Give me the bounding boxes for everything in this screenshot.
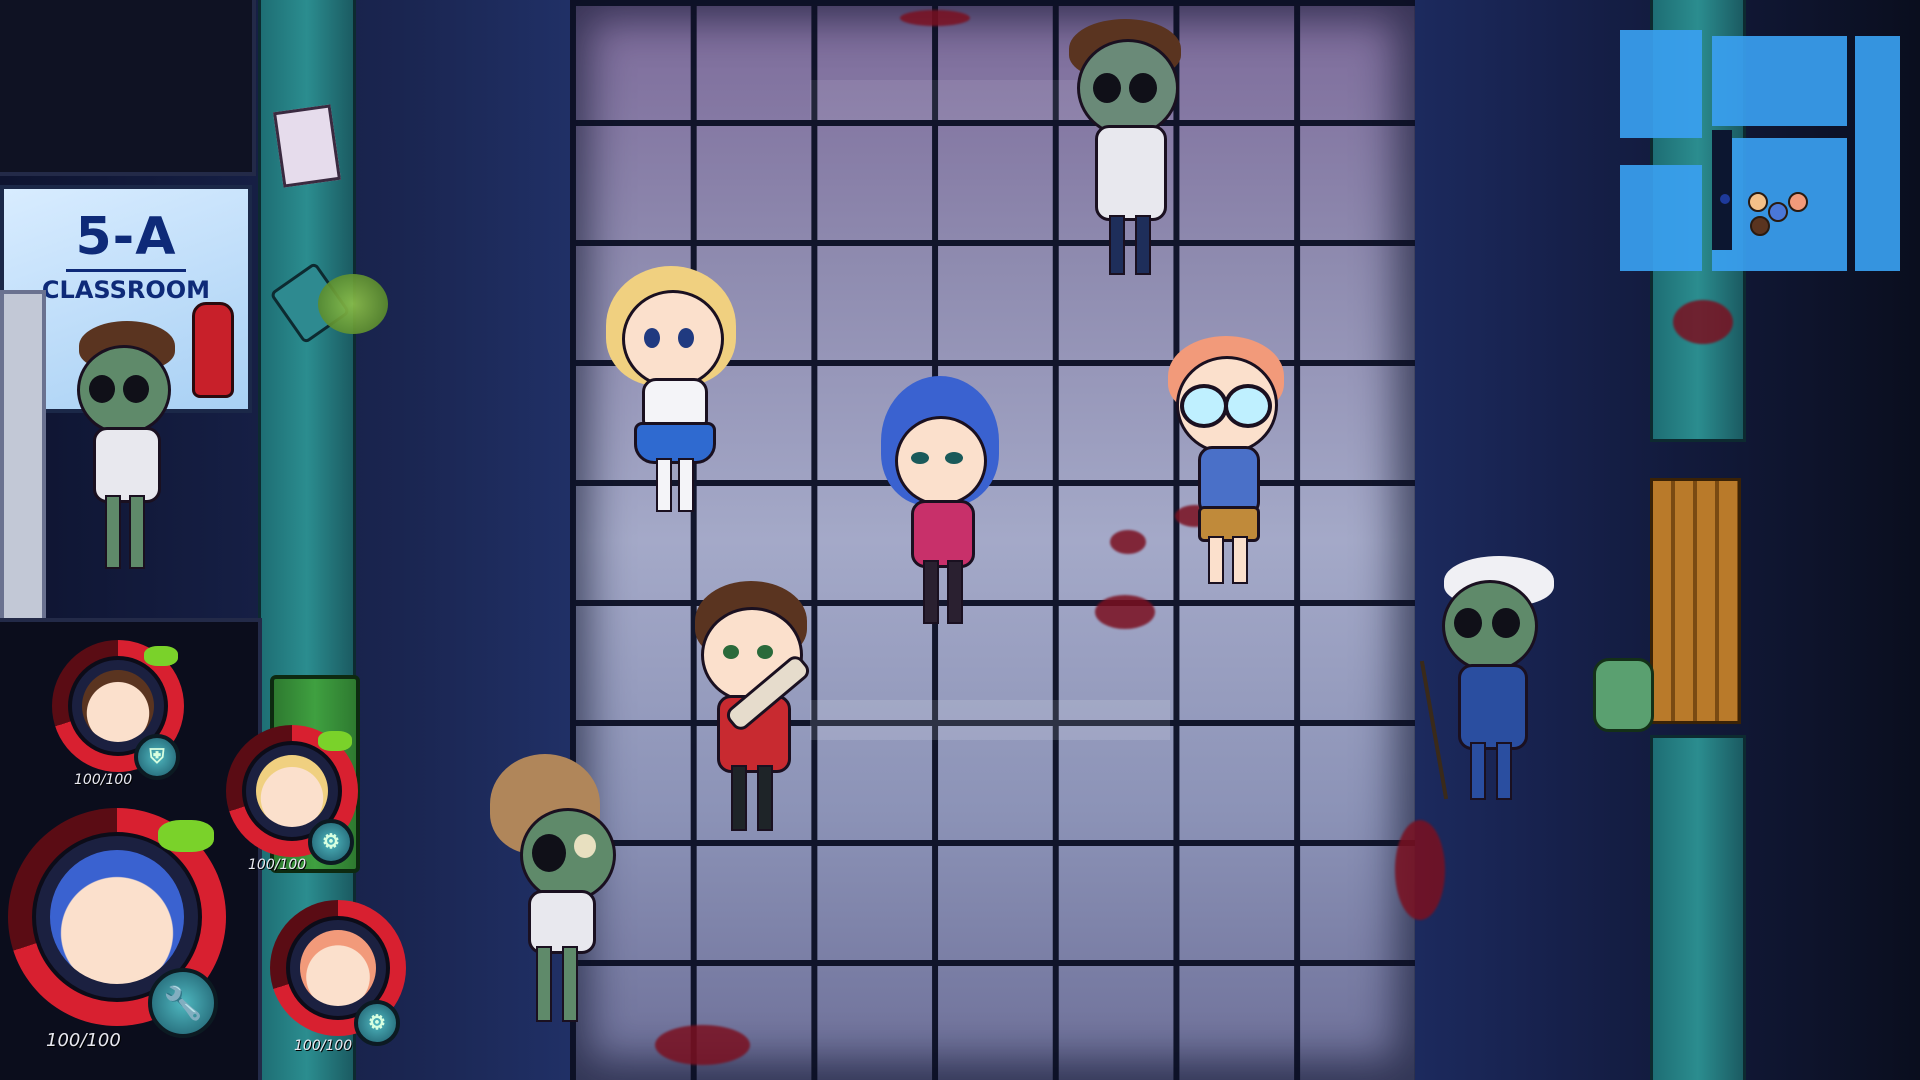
glasses-boy-face [300, 930, 376, 1006]
paper-note[interactable] [272, 104, 342, 188]
blonde-girl-face [256, 755, 328, 827]
brown-hair-boy-character[interactable] [695, 581, 825, 835]
light-reflection [810, 700, 1170, 740]
minimap-player-dot [1720, 194, 1730, 204]
slime-decoration [144, 646, 178, 666]
blue-hair-girl-character[interactable] [881, 376, 1005, 640]
minimap-party-marker [1788, 192, 1808, 212]
zombie-schoolboy[interactable] [1069, 19, 1185, 275]
teal-pillar [1650, 735, 1746, 1080]
gear-icon[interactable]: ⚙ [308, 819, 354, 865]
blood-stain [1673, 300, 1733, 344]
party-portrait-blue-hair-girl-active[interactable]: 🔧 100/100 [8, 808, 233, 1068]
blood-stain [655, 1025, 750, 1065]
blood-stain [1110, 530, 1146, 554]
party-portrait-brown-hair-boy[interactable]: ⛨ 100/100 [52, 640, 192, 790]
gear-icon[interactable]: ⚙ [354, 1000, 400, 1046]
blue-hair-girl-face [50, 850, 184, 984]
zombie-teacher[interactable] [75, 321, 205, 575]
minimap-wall [1712, 130, 1732, 250]
door-frame [0, 290, 46, 628]
minimap-room [1712, 36, 1847, 126]
game-scene[interactable]: 5-A CLASSROOM ⛨ 100/100 ⚙ 100/100 🔧 100/… [0, 0, 1920, 1080]
blonde-girl-character[interactable] [606, 266, 742, 515]
party-portrait-glasses-boy[interactable]: ⚙ 100/100 [270, 900, 410, 1060]
blood-stain [1095, 595, 1155, 629]
minimap-room [1620, 165, 1702, 271]
slime-decoration [318, 731, 352, 751]
shield-icon[interactable]: ⛨ [134, 734, 180, 780]
minimap-room [1855, 36, 1900, 271]
blood-stain [900, 10, 970, 26]
slime-decoration [158, 820, 214, 852]
hp-text: 100/100 [46, 1030, 121, 1051]
hp-text: 100/100 [248, 857, 307, 873]
sign-divider [66, 269, 186, 272]
classroom-number: 5-A [75, 207, 177, 267]
zombie-ponytail-girl[interactable] [470, 754, 620, 1025]
brown-hair-boy-face [82, 670, 154, 742]
minimap-party-marker [1750, 216, 1770, 236]
wrench-icon[interactable]: 🔧 [148, 968, 218, 1038]
minimap-party-marker [1768, 202, 1788, 222]
hp-text: 100/100 [294, 1038, 353, 1054]
wooden-bench[interactable] [1650, 478, 1741, 724]
dark-wall-panel [0, 0, 256, 176]
minimap[interactable] [1620, 30, 1902, 275]
zombie-janitor[interactable] [1419, 556, 1570, 805]
minimap-room [1620, 30, 1702, 138]
potted-plant[interactable] [269, 261, 388, 352]
glasses-boy-character[interactable] [1168, 336, 1288, 590]
backpack[interactable] [1593, 658, 1654, 732]
party-portrait-blonde-girl[interactable]: ⚙ 100/100 [226, 725, 366, 875]
hp-text: 100/100 [74, 772, 133, 788]
blood-stain [1395, 820, 1445, 920]
minimap-party-marker [1748, 192, 1768, 212]
